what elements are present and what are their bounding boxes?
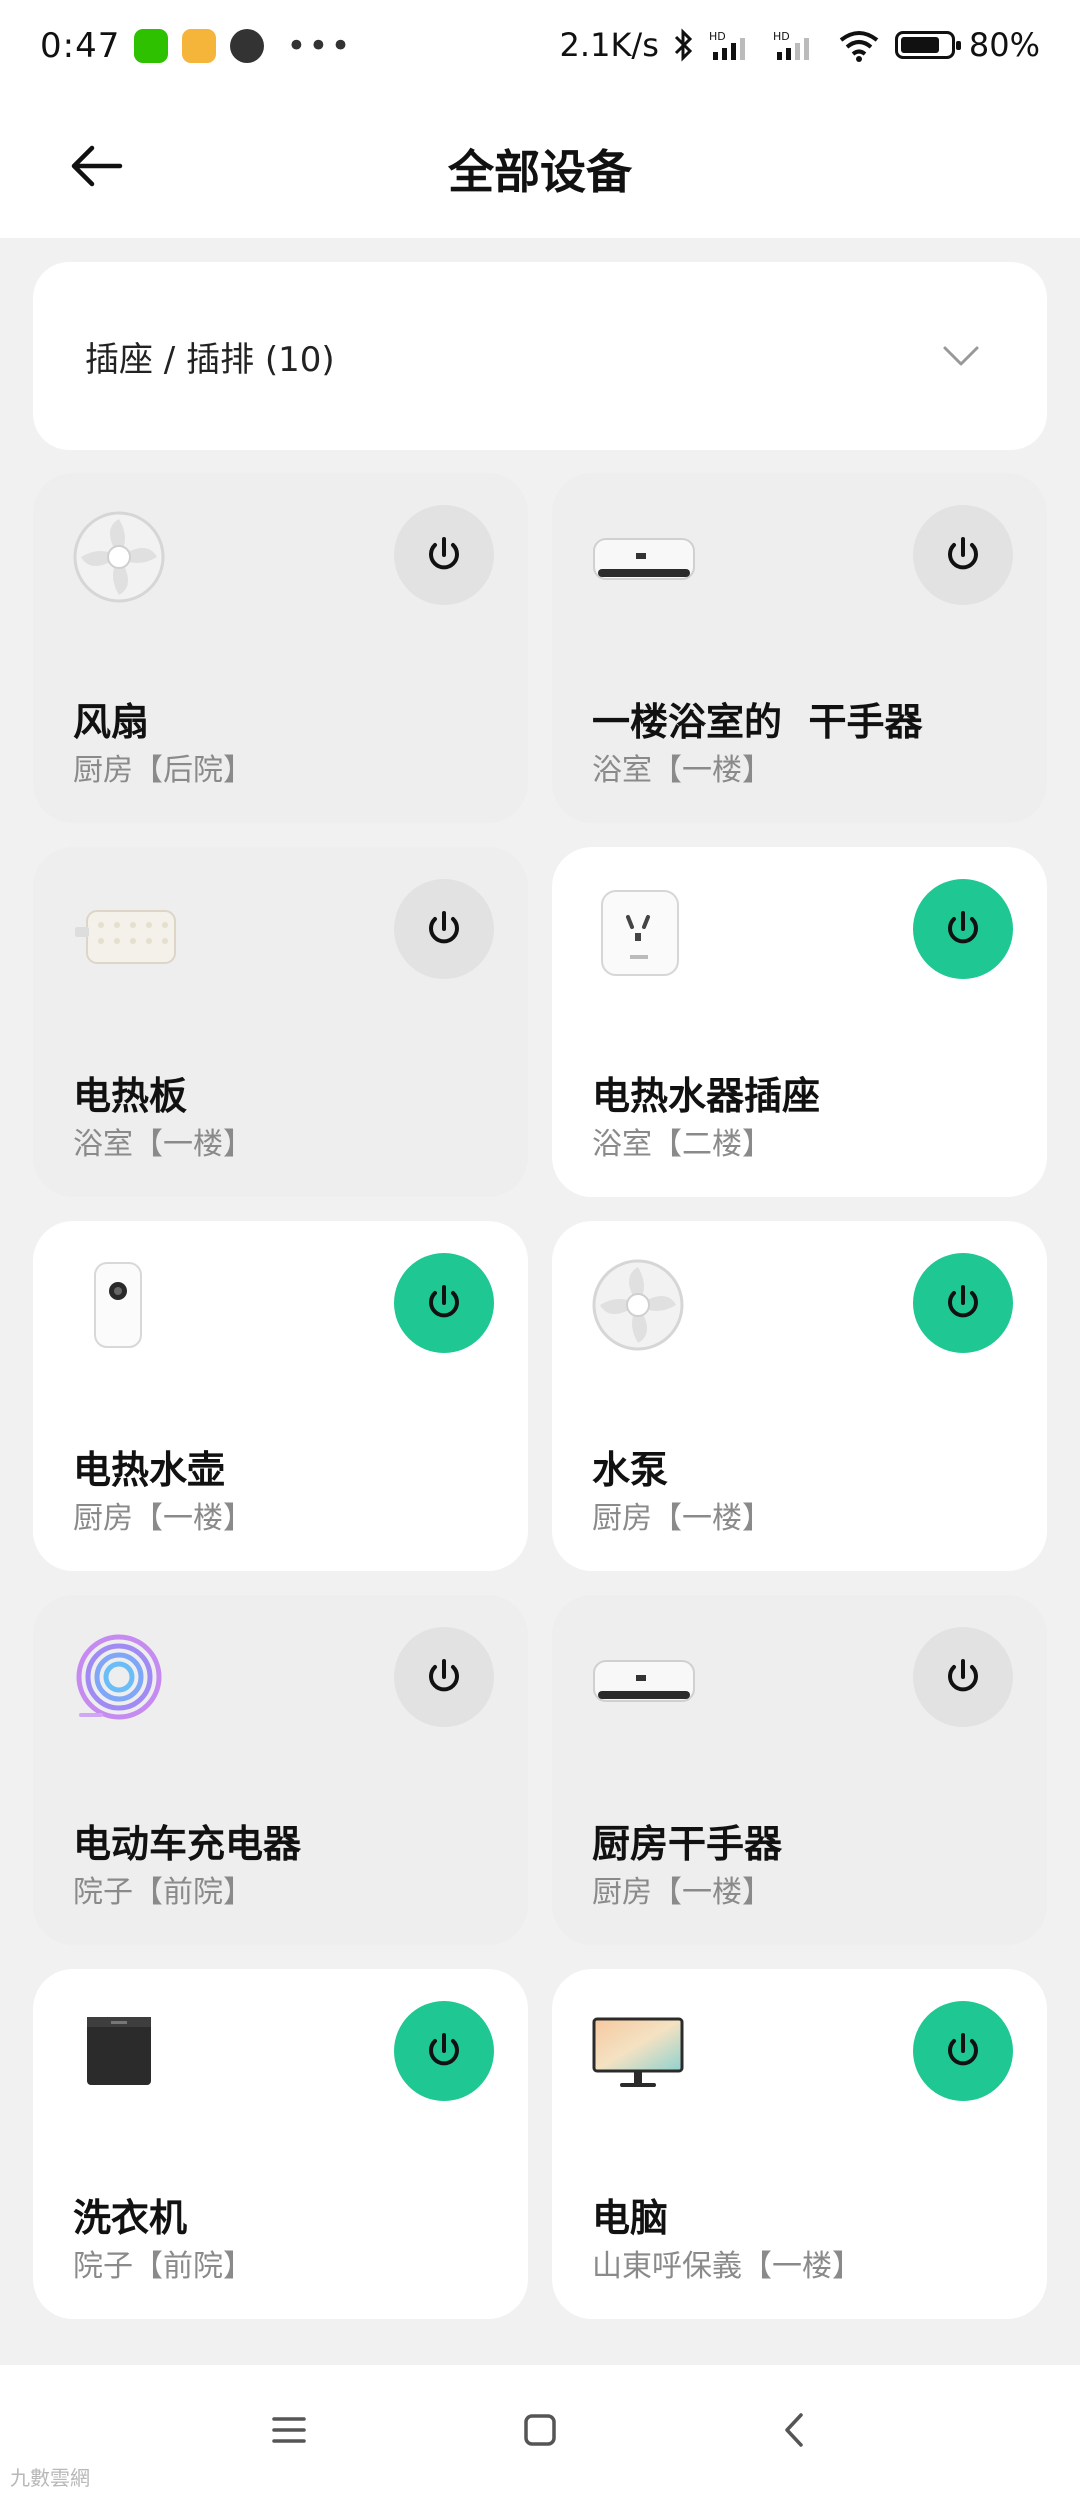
power-button[interactable] [394, 505, 494, 605]
device-name: 风扇 [73, 700, 150, 744]
home-square-icon[interactable] [515, 2405, 565, 2455]
device-name: 电脑 [592, 2196, 669, 2240]
device-card[interactable]: 洗衣机 院子【前院】 [33, 1969, 528, 2319]
device-card[interactable]: 电动车充电器 院子【前院】 [33, 1595, 528, 1945]
power-button[interactable] [394, 1253, 494, 1353]
device-name: 一楼浴室的 干手器 [592, 700, 923, 744]
watermark: 九數雲網 [10, 2466, 90, 2490]
power-button[interactable] [913, 1627, 1013, 1727]
chevron-down-icon [943, 346, 979, 366]
fan-icon [590, 1257, 686, 1353]
device-card[interactable]: 厨房干手器 厨房【一楼】 [552, 1595, 1047, 1945]
status-bar: 0:47 ••• 2.1K/s HD HD 80% [0, 0, 1080, 96]
svg-text:HD: HD [773, 30, 790, 43]
category-filter-label: 插座 / 插排 (10) [85, 340, 335, 380]
bluetooth-icon [674, 28, 692, 62]
device-card[interactable]: 电热水壶 厨房【一楼】 [33, 1221, 528, 1571]
power-icon [948, 1659, 978, 1692]
signal-2-icon: HD [773, 30, 809, 60]
device-name: 电动车充电器 [73, 1822, 302, 1866]
device-name: 电热板 [73, 1074, 188, 1118]
device-name: 厨房干手器 [592, 1822, 783, 1866]
power-icon [948, 2033, 978, 2066]
power-button[interactable] [913, 879, 1013, 979]
washing-machine-icon [71, 2005, 167, 2101]
device-card[interactable]: 风扇 厨房【后院】 [33, 473, 528, 823]
power-icon [429, 911, 459, 944]
status-left: 0:47 ••• [40, 26, 353, 66]
device-card[interactable]: 水泵 厨房【一楼】 [552, 1221, 1047, 1571]
led-coil-icon [71, 1631, 167, 1727]
water-heater-icon [590, 509, 695, 605]
battery-icon [894, 31, 961, 59]
monitor-icon [590, 2005, 686, 2101]
device-room: 山東呼保義【一楼】 [592, 2249, 862, 2284]
power-button[interactable] [394, 1627, 494, 1727]
status-right: 2.1K/s HD HD 80% [560, 26, 1040, 64]
device-room: 浴室【一楼】 [73, 1127, 253, 1162]
wechat-icon [134, 29, 169, 63]
device-card[interactable]: 电脑 山東呼保義【一楼】 [552, 1969, 1047, 2319]
power-icon [429, 1285, 459, 1318]
power-button[interactable] [913, 505, 1013, 605]
network-speed: 2.1K/s [559, 26, 659, 64]
power-icon [429, 1659, 459, 1692]
notes-icon [182, 29, 217, 63]
app-header: 全部设备 [0, 96, 1080, 238]
battery-fill [900, 37, 939, 53]
power-button[interactable] [913, 2001, 1013, 2101]
back-chevron-icon[interactable] [770, 2405, 820, 2455]
status-time: 0:47 [40, 26, 121, 66]
power-icon [429, 2033, 459, 2066]
device-room: 厨房【一楼】 [73, 1501, 253, 1536]
device-name: 水泵 [592, 1448, 669, 1492]
power-button[interactable] [913, 1253, 1013, 1353]
clock-app-icon [230, 29, 265, 63]
device-name: 洗衣机 [73, 2196, 188, 2240]
heating-pad-icon [71, 883, 176, 979]
device-room: 浴室【一楼】 [592, 753, 772, 788]
device-card[interactable]: 一楼浴室的 干手器 浴室【一楼】 [552, 473, 1047, 823]
fan-icon [71, 509, 167, 605]
power-icon [948, 537, 978, 570]
menu-icon[interactable] [264, 2405, 314, 2455]
device-room: 浴室【二楼】 [592, 1127, 772, 1162]
battery-percent: 80% [968, 26, 1040, 64]
wifi-icon [839, 31, 879, 62]
system-nav-bar: 九數雲網 [0, 2365, 1080, 2495]
water-heater-icon [590, 1631, 695, 1727]
device-room: 院子【前院】 [73, 2249, 253, 2284]
device-room: 院子【前院】 [73, 1875, 253, 1910]
device-card[interactable]: 电热板 浴室【一楼】 [33, 847, 528, 1197]
device-room: 厨房【后院】 [73, 753, 253, 788]
svg-text:HD: HD [709, 30, 726, 43]
power-button[interactable] [394, 2001, 494, 2101]
kettle-icon [71, 1257, 167, 1353]
device-name: 电热水壶 [73, 1448, 226, 1492]
power-icon [948, 911, 978, 944]
device-name: 电热水器插座 [592, 1074, 821, 1118]
device-card[interactable]: 电热水器插座 浴室【二楼】 [552, 847, 1047, 1197]
device-room: 厨房【一楼】 [592, 1501, 772, 1536]
more-notifications-icon: ••• [286, 26, 353, 66]
power-button[interactable] [394, 879, 494, 979]
device-room: 厨房【一楼】 [592, 1875, 772, 1910]
smart-plug-icon [590, 883, 686, 979]
page-title: 全部设备 [448, 145, 632, 199]
signal-icon: HD [709, 30, 745, 60]
category-filter-dropdown[interactable]: 插座 / 插排 (10) [33, 262, 1047, 450]
power-icon [948, 1285, 978, 1318]
power-icon [429, 537, 459, 570]
